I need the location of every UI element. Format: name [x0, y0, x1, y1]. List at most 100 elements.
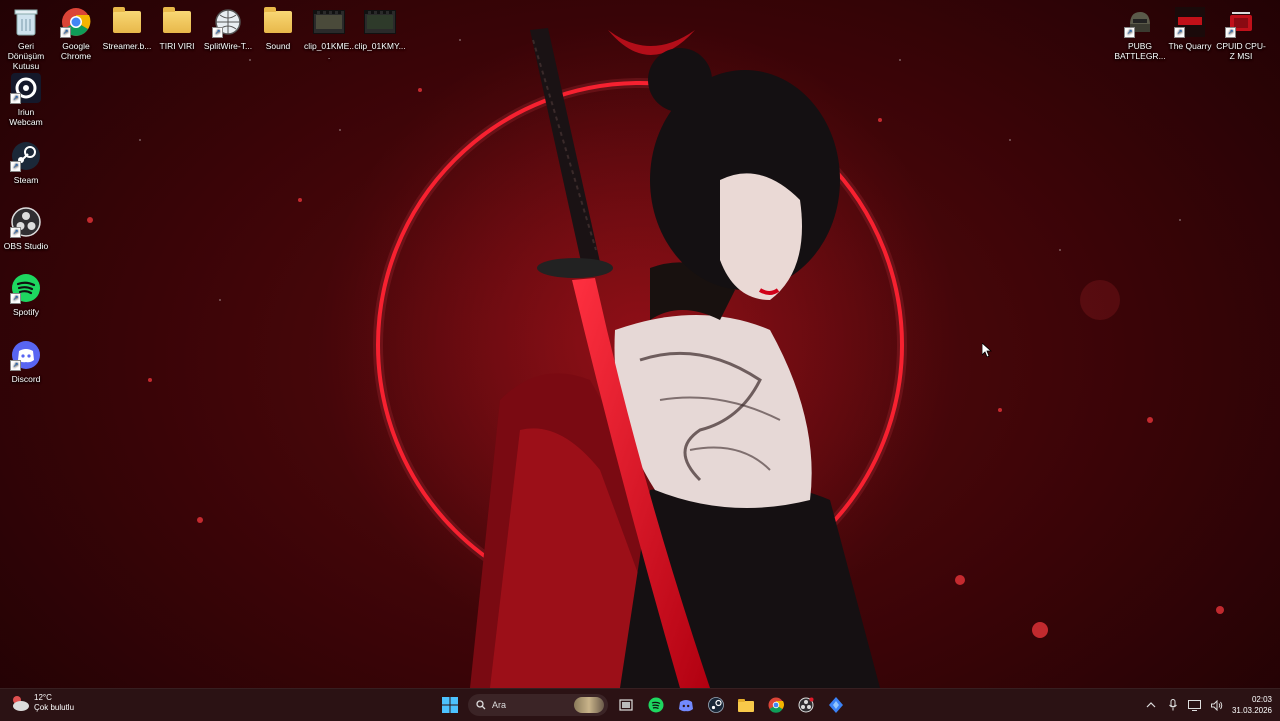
- taskbar-discord[interactable]: [674, 693, 698, 717]
- video-file-icon: [364, 6, 396, 38]
- desktop-icon-label: Sound: [265, 41, 291, 51]
- clock-date: 31.03.2026: [1231, 706, 1272, 715]
- network-button[interactable]: [1188, 698, 1202, 712]
- desktop-icon-recycle-bin[interactable]: Geri Dönüşüm Kutusu: [0, 6, 52, 71]
- shortcut-arrow-icon: ↗: [10, 360, 21, 371]
- shortcut-arrow-icon: ↗: [10, 161, 21, 172]
- video-file-icon: [313, 6, 345, 38]
- search-placeholder: Ara: [492, 700, 507, 710]
- show-hidden-icons-button[interactable]: [1144, 698, 1158, 712]
- desktop-icon-streamer-folder[interactable]: Streamer.b...: [101, 6, 153, 51]
- splitwire-icon: ↗: [212, 6, 244, 38]
- shortcut-arrow-icon: ↗: [10, 227, 21, 238]
- shortcut-arrow-icon: ↗: [10, 93, 21, 104]
- webcam-icon: ↗: [10, 72, 42, 104]
- desktop-icon-label: clip_01KMY...: [354, 41, 406, 51]
- discord-icon: ↗: [10, 339, 42, 371]
- wallpaper-art: [87, 20, 1224, 688]
- shortcut-arrow-icon: ↗: [60, 27, 71, 38]
- file-explorer-icon: [738, 699, 754, 712]
- desktop-icon-label: clip_01KME...: [303, 41, 355, 61]
- desktop-icon-discord[interactable]: ↗ Discord: [0, 339, 52, 384]
- desktop-icon-cpuz[interactable]: ↗ CPUID CPU-Z MSI: [1215, 6, 1267, 61]
- chrome-icon: ↗: [60, 6, 92, 38]
- weather-temp: 12°C: [34, 693, 52, 702]
- desktop-icon-spotify[interactable]: ↗ Spotify: [0, 272, 52, 317]
- search-icon: [476, 700, 486, 710]
- clock-time: 02:03: [1251, 695, 1272, 704]
- desktop-icon-label: Steam: [13, 175, 39, 185]
- windows-start-icon: [442, 697, 458, 713]
- desktop-icon-label: SplitWire-T...: [203, 41, 253, 51]
- chrome-icon: [768, 697, 784, 713]
- recycle-bin-icon: [10, 6, 42, 38]
- desktop-icon-label: Spotify: [13, 307, 39, 317]
- spotify-icon: ↗: [10, 272, 42, 304]
- desktop-icon-sound-folder[interactable]: Sound: [252, 6, 304, 51]
- taskbar: 12°C Çok bulutlu Ara 02:03 31.03.2026: [0, 688, 1280, 721]
- desktop-icon-label: PUBG BATTLEGR...: [1114, 41, 1166, 61]
- desktop-icon-clip-2[interactable]: clip_01KMY...: [354, 6, 406, 51]
- desktop-icon-splitwire[interactable]: ↗ SplitWire-T...: [202, 6, 254, 51]
- volume-button[interactable]: [1210, 698, 1224, 712]
- search-highlight-image: [574, 697, 604, 713]
- taskbar-search[interactable]: Ara: [468, 694, 608, 716]
- shortcut-arrow-icon: ↗: [1124, 27, 1135, 38]
- desktop-icon-iriun-webcam[interactable]: ↗ Iriun Webcam: [0, 72, 52, 127]
- desktop-icon-label: The Quarry: [1168, 41, 1212, 51]
- folder-icon: [262, 6, 294, 38]
- desktop-icon-label: Discord: [11, 374, 41, 384]
- weather-cloud-icon: [10, 693, 30, 713]
- desktop-icon-obs-studio[interactable]: ↗ OBS Studio: [0, 206, 52, 251]
- system-tray: 02:03 31.03.2026: [1144, 693, 1272, 717]
- desktop-icon-tiri-viri-folder[interactable]: TIRI VIRI: [151, 6, 203, 51]
- folder-icon: [161, 6, 193, 38]
- weather-condition: Çok bulutlu: [34, 703, 75, 712]
- steam-icon: ↗: [10, 140, 42, 172]
- cpuz-icon: ↗: [1225, 6, 1257, 38]
- network-icon: [1188, 699, 1202, 711]
- desktop-icon-label: OBS Studio: [3, 241, 49, 251]
- desktop-icon-steam[interactable]: ↗ Steam: [0, 140, 52, 185]
- desktop-icon-label: Geri Dönüşüm Kutusu: [7, 41, 45, 71]
- taskbar-steam[interactable]: [704, 693, 728, 717]
- folder-icon: [111, 6, 143, 38]
- task-view-button[interactable]: [614, 693, 638, 717]
- desktop-icon-google-chrome[interactable]: ↗ Google Chrome: [50, 6, 102, 61]
- desktop-icon-label: Google Chrome: [60, 41, 92, 61]
- desktop-icon-pubg[interactable]: ↗ PUBG BATTLEGR...: [1114, 6, 1166, 61]
- shortcut-arrow-icon: ↗: [1174, 27, 1185, 38]
- desktop-icon-label: Iriun Webcam: [9, 107, 43, 127]
- task-view-icon: [619, 699, 633, 711]
- desktop-icon-label: TIRI VIRI: [159, 41, 195, 51]
- weather-widget[interactable]: 12°C Çok bulutlu: [10, 693, 74, 713]
- taskbar-clock[interactable]: 02:03 31.03.2026: [1232, 694, 1272, 716]
- discord-icon: [679, 700, 693, 712]
- desktop-icon-label: Streamer.b...: [102, 41, 152, 51]
- desktop-icon-the-quarry[interactable]: ↗ The Quarry: [1164, 6, 1216, 51]
- taskbar-spotify[interactable]: [644, 693, 668, 717]
- shortcut-arrow-icon: ↗: [1225, 27, 1236, 38]
- obs-icon: ↗: [10, 206, 42, 238]
- app-icon: [829, 697, 843, 713]
- chevron-up-icon: [1146, 702, 1156, 708]
- speaker-icon: [1210, 699, 1223, 711]
- shortcut-arrow-icon: ↗: [10, 293, 21, 304]
- microphone-button[interactable]: [1166, 698, 1180, 712]
- mouse-cursor: [981, 342, 993, 362]
- taskbar-file-explorer[interactable]: [734, 693, 758, 717]
- taskbar-app[interactable]: [824, 693, 848, 717]
- shortcut-arrow-icon: ↗: [212, 27, 223, 38]
- desktop-wallpaper: [0, 0, 1280, 688]
- taskbar-chrome[interactable]: [764, 693, 788, 717]
- obs-icon: [798, 697, 814, 713]
- steam-icon: [708, 697, 724, 713]
- desktop-icon-label: CPUID CPU-Z MSI: [1216, 41, 1266, 61]
- spotify-icon: [648, 697, 664, 713]
- desktop-icon-clip-1[interactable]: clip_01KME...: [303, 6, 355, 61]
- the-quarry-icon: ↗: [1174, 6, 1206, 38]
- pubg-icon: ↗: [1124, 6, 1156, 38]
- start-button[interactable]: [438, 693, 462, 717]
- taskbar-obs[interactable]: [794, 693, 818, 717]
- taskbar-pinned-apps: Ara: [438, 693, 848, 717]
